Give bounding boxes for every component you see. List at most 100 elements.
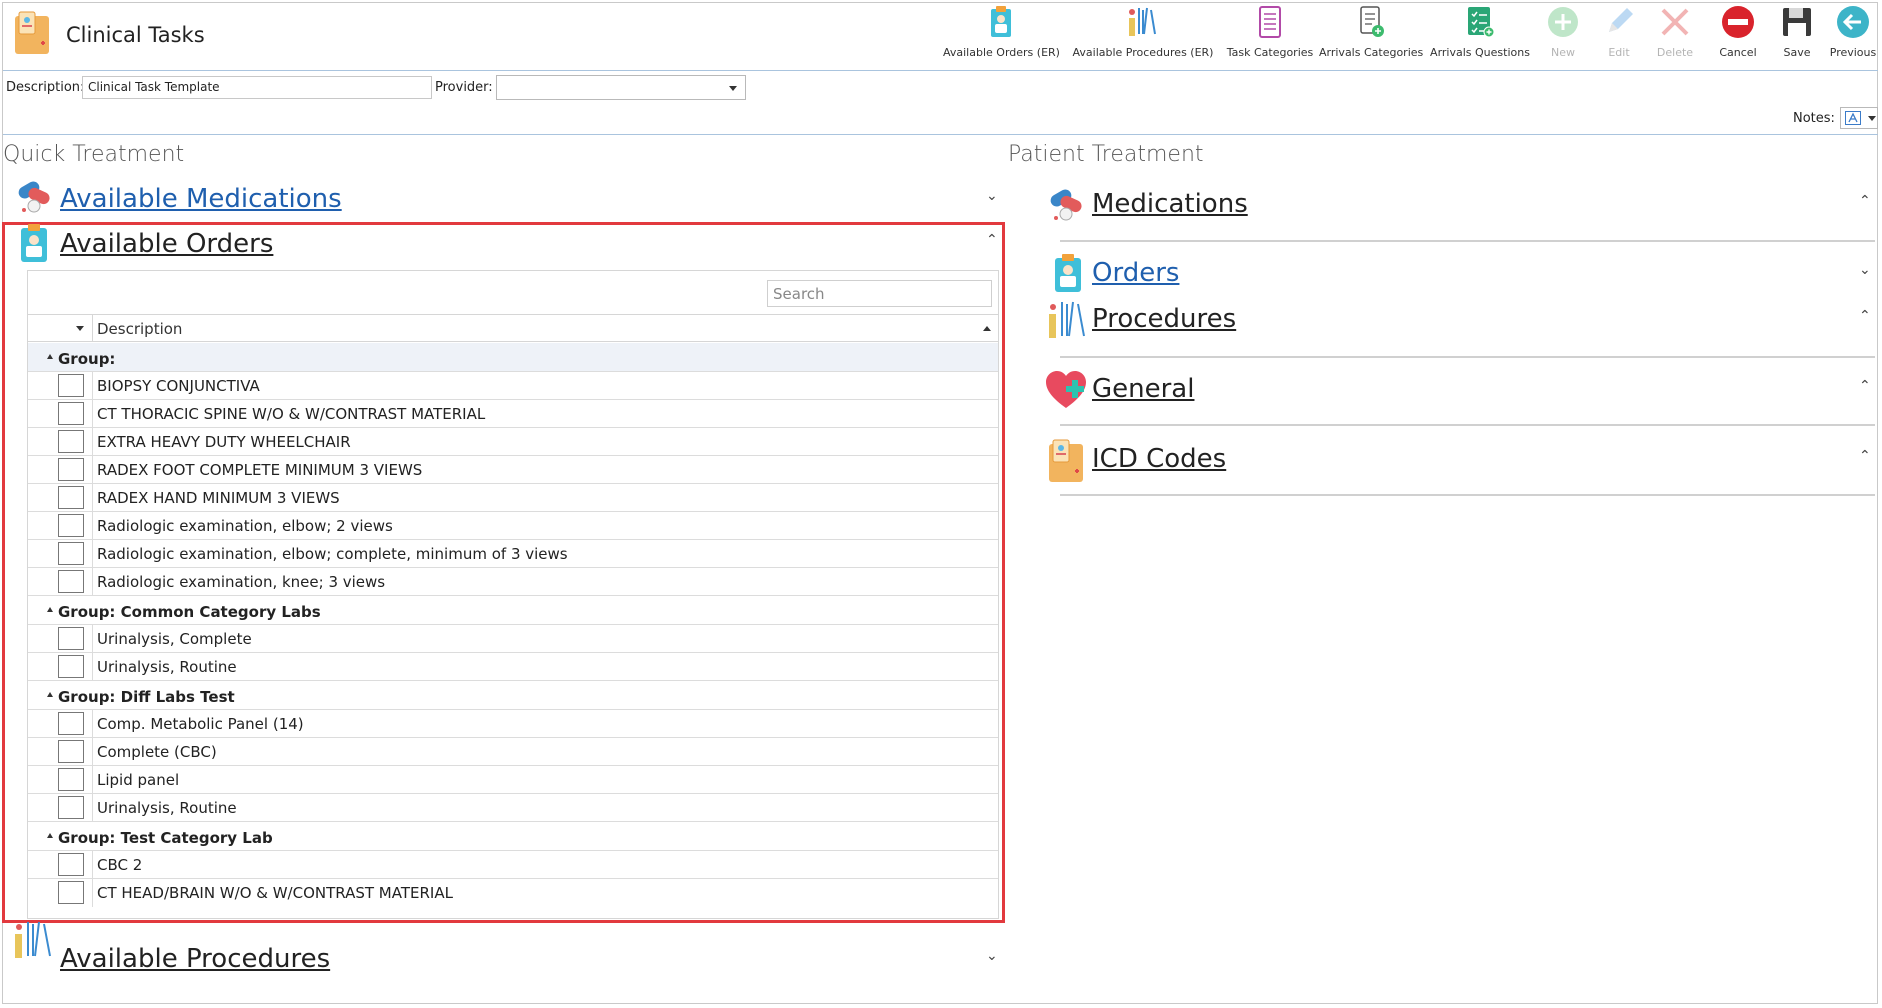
new-button[interactable]: New bbox=[1538, 0, 1588, 62]
group-row[interactable]: Group: Test Category Lab bbox=[28, 822, 998, 851]
orders-search-input[interactable]: Search bbox=[767, 280, 992, 307]
row-checkbox[interactable] bbox=[58, 796, 84, 819]
clipboard-doctor-icon bbox=[21, 224, 47, 262]
toolbar-label: Available Orders (ER) bbox=[943, 46, 1060, 59]
available-orders-er-button[interactable]: Available Orders (ER) bbox=[943, 0, 1060, 62]
row-checkbox[interactable] bbox=[58, 486, 84, 509]
available-medications-link[interactable]: Available Medications bbox=[60, 184, 342, 214]
table-row[interactable]: CBC 2 bbox=[28, 851, 998, 879]
row-checkbox[interactable] bbox=[58, 881, 84, 904]
table-row[interactable]: Urinalysis, Complete bbox=[28, 625, 998, 653]
surgical-tools-icon bbox=[1129, 7, 1156, 36]
pencil-icon bbox=[1609, 8, 1633, 32]
collapse-icon[interactable] bbox=[47, 607, 53, 612]
chevron-up-icon[interactable]: ⌃ bbox=[1859, 378, 1871, 394]
edit-button[interactable]: Edit bbox=[1594, 0, 1644, 62]
order-description: BIOPSY CONJUNCTIVA bbox=[97, 377, 260, 395]
collapse-icon[interactable] bbox=[47, 833, 53, 838]
description-column-header[interactable]: Description bbox=[97, 320, 182, 338]
row-checkbox[interactable] bbox=[58, 374, 84, 397]
table-row[interactable]: BIOPSY CONJUNCTIVA bbox=[28, 372, 998, 400]
plus-circle-icon bbox=[1548, 7, 1578, 37]
available-orders-title[interactable]: Available Orders bbox=[60, 229, 273, 259]
notes-format-button[interactable] bbox=[1840, 107, 1878, 129]
save-button[interactable]: Save bbox=[1772, 0, 1822, 62]
row-checkbox[interactable] bbox=[58, 430, 84, 453]
row-checkbox[interactable] bbox=[58, 853, 84, 876]
chevron-up-icon[interactable]: ⌃ bbox=[1859, 193, 1871, 209]
cell-divider bbox=[92, 879, 93, 907]
icd-codes-title[interactable]: ICD Codes bbox=[1092, 444, 1226, 474]
group-row[interactable]: Group: Diff Labs Test bbox=[28, 681, 998, 710]
orders-grid-header: Description bbox=[28, 314, 998, 342]
row-checkbox[interactable] bbox=[58, 768, 84, 791]
row-checkbox[interactable] bbox=[58, 627, 84, 650]
surgical-tools-icon bbox=[1049, 301, 1085, 338]
table-row[interactable]: Urinalysis, Routine bbox=[28, 653, 998, 681]
table-row[interactable]: Urinalysis, Routine bbox=[28, 794, 998, 822]
medications-title[interactable]: Medications bbox=[1092, 189, 1248, 219]
arrivals-questions-button[interactable]: Arrivals Questions bbox=[1428, 0, 1532, 62]
order-description: RADEX FOOT COMPLETE MINIMUM 3 VIEWS bbox=[97, 461, 423, 479]
x-icon bbox=[1661, 8, 1689, 36]
table-row[interactable]: Complete (CBC) bbox=[28, 738, 998, 766]
table-row[interactable]: Comp. Metabolic Panel (14) bbox=[28, 710, 998, 738]
order-description: CBC 2 bbox=[97, 856, 143, 874]
delete-button[interactable]: Delete bbox=[1648, 0, 1702, 62]
table-row[interactable]: Radiologic examination, knee; 3 views bbox=[28, 568, 998, 596]
row-checkbox[interactable] bbox=[58, 570, 84, 593]
chevron-up-icon[interactable]: ⌃ bbox=[1859, 308, 1871, 324]
order-description: Complete (CBC) bbox=[97, 743, 217, 761]
arrivals-categories-button[interactable]: Arrivals Categories bbox=[1319, 0, 1423, 62]
floppy-disk-icon bbox=[1783, 8, 1811, 36]
table-row[interactable]: Radiologic examination, elbow; 2 views bbox=[28, 512, 998, 540]
table-row[interactable]: Radiologic examination, elbow; complete,… bbox=[28, 540, 998, 568]
chevron-up-icon[interactable]: ⌃ bbox=[986, 232, 998, 248]
row-checkbox[interactable] bbox=[58, 402, 84, 425]
order-description: Radiologic examination, knee; 3 views bbox=[97, 573, 386, 591]
table-row[interactable]: CT THORACIC SPINE W/O & W/CONTRAST MATER… bbox=[28, 400, 998, 428]
row-checkbox[interactable] bbox=[58, 740, 84, 763]
available-procedures-title[interactable]: Available Procedures bbox=[60, 944, 330, 974]
cell-divider bbox=[92, 625, 93, 652]
table-row[interactable]: EXTRA HEAVY DUTY WHEELCHAIR bbox=[28, 428, 998, 456]
table-row[interactable]: Lipid panel bbox=[28, 766, 998, 794]
orders-link[interactable]: Orders bbox=[1092, 258, 1179, 288]
chevron-down-icon[interactable]: ⌄ bbox=[986, 948, 998, 964]
column-menu-icon[interactable] bbox=[76, 326, 84, 331]
table-row[interactable]: RADEX HAND MINIMUM 3 VIEWS bbox=[28, 484, 998, 512]
group-row[interactable]: Group: Common Category Labs bbox=[28, 596, 998, 625]
chevron-up-icon[interactable]: ⌃ bbox=[1859, 448, 1871, 464]
cancel-button[interactable]: Cancel bbox=[1712, 0, 1764, 62]
heart-plus-icon bbox=[1046, 371, 1086, 408]
general-title[interactable]: General bbox=[1092, 374, 1194, 404]
table-row[interactable]: RADEX FOOT COMPLETE MINIMUM 3 VIEWS bbox=[28, 456, 998, 484]
order-description: Radiologic examination, elbow; 2 views bbox=[97, 517, 393, 535]
back-arrow-icon bbox=[1837, 6, 1869, 38]
order-description: Urinalysis, Routine bbox=[97, 799, 237, 817]
sort-ascending-icon[interactable] bbox=[983, 326, 991, 331]
task-categories-button[interactable]: Task Categories bbox=[1222, 0, 1318, 62]
row-checkbox[interactable] bbox=[58, 542, 84, 565]
chevron-down-icon[interactable]: ⌄ bbox=[1859, 262, 1871, 278]
procedures-title[interactable]: Procedures bbox=[1092, 304, 1236, 334]
row-checkbox[interactable] bbox=[58, 458, 84, 481]
previous-button[interactable]: Previous bbox=[1826, 0, 1880, 62]
row-checkbox[interactable] bbox=[58, 514, 84, 537]
collapse-icon[interactable] bbox=[47, 692, 53, 697]
chevron-down-icon[interactable]: ⌄ bbox=[986, 188, 998, 204]
toolbar-label: Available Procedures (ER) bbox=[1072, 46, 1214, 59]
provider-select[interactable] bbox=[496, 75, 746, 100]
available-procedures-er-button[interactable]: Available Procedures (ER) bbox=[1072, 0, 1214, 62]
column-divider bbox=[92, 315, 93, 342]
collapse-icon[interactable] bbox=[47, 354, 53, 359]
group-label: Group: bbox=[58, 350, 116, 368]
group-label: Group: Diff Labs Test bbox=[58, 688, 235, 706]
description-field[interactable]: Clinical Task Template bbox=[82, 76, 432, 99]
clinical-tasks-app-icon bbox=[15, 11, 49, 54]
group-row[interactable]: Group: bbox=[28, 343, 998, 372]
general-rule bbox=[1060, 424, 1875, 426]
table-row[interactable]: CT HEAD/BRAIN W/O & W/CONTRAST MATERIAL bbox=[28, 879, 998, 907]
row-checkbox[interactable] bbox=[58, 655, 84, 678]
row-checkbox[interactable] bbox=[58, 712, 84, 735]
